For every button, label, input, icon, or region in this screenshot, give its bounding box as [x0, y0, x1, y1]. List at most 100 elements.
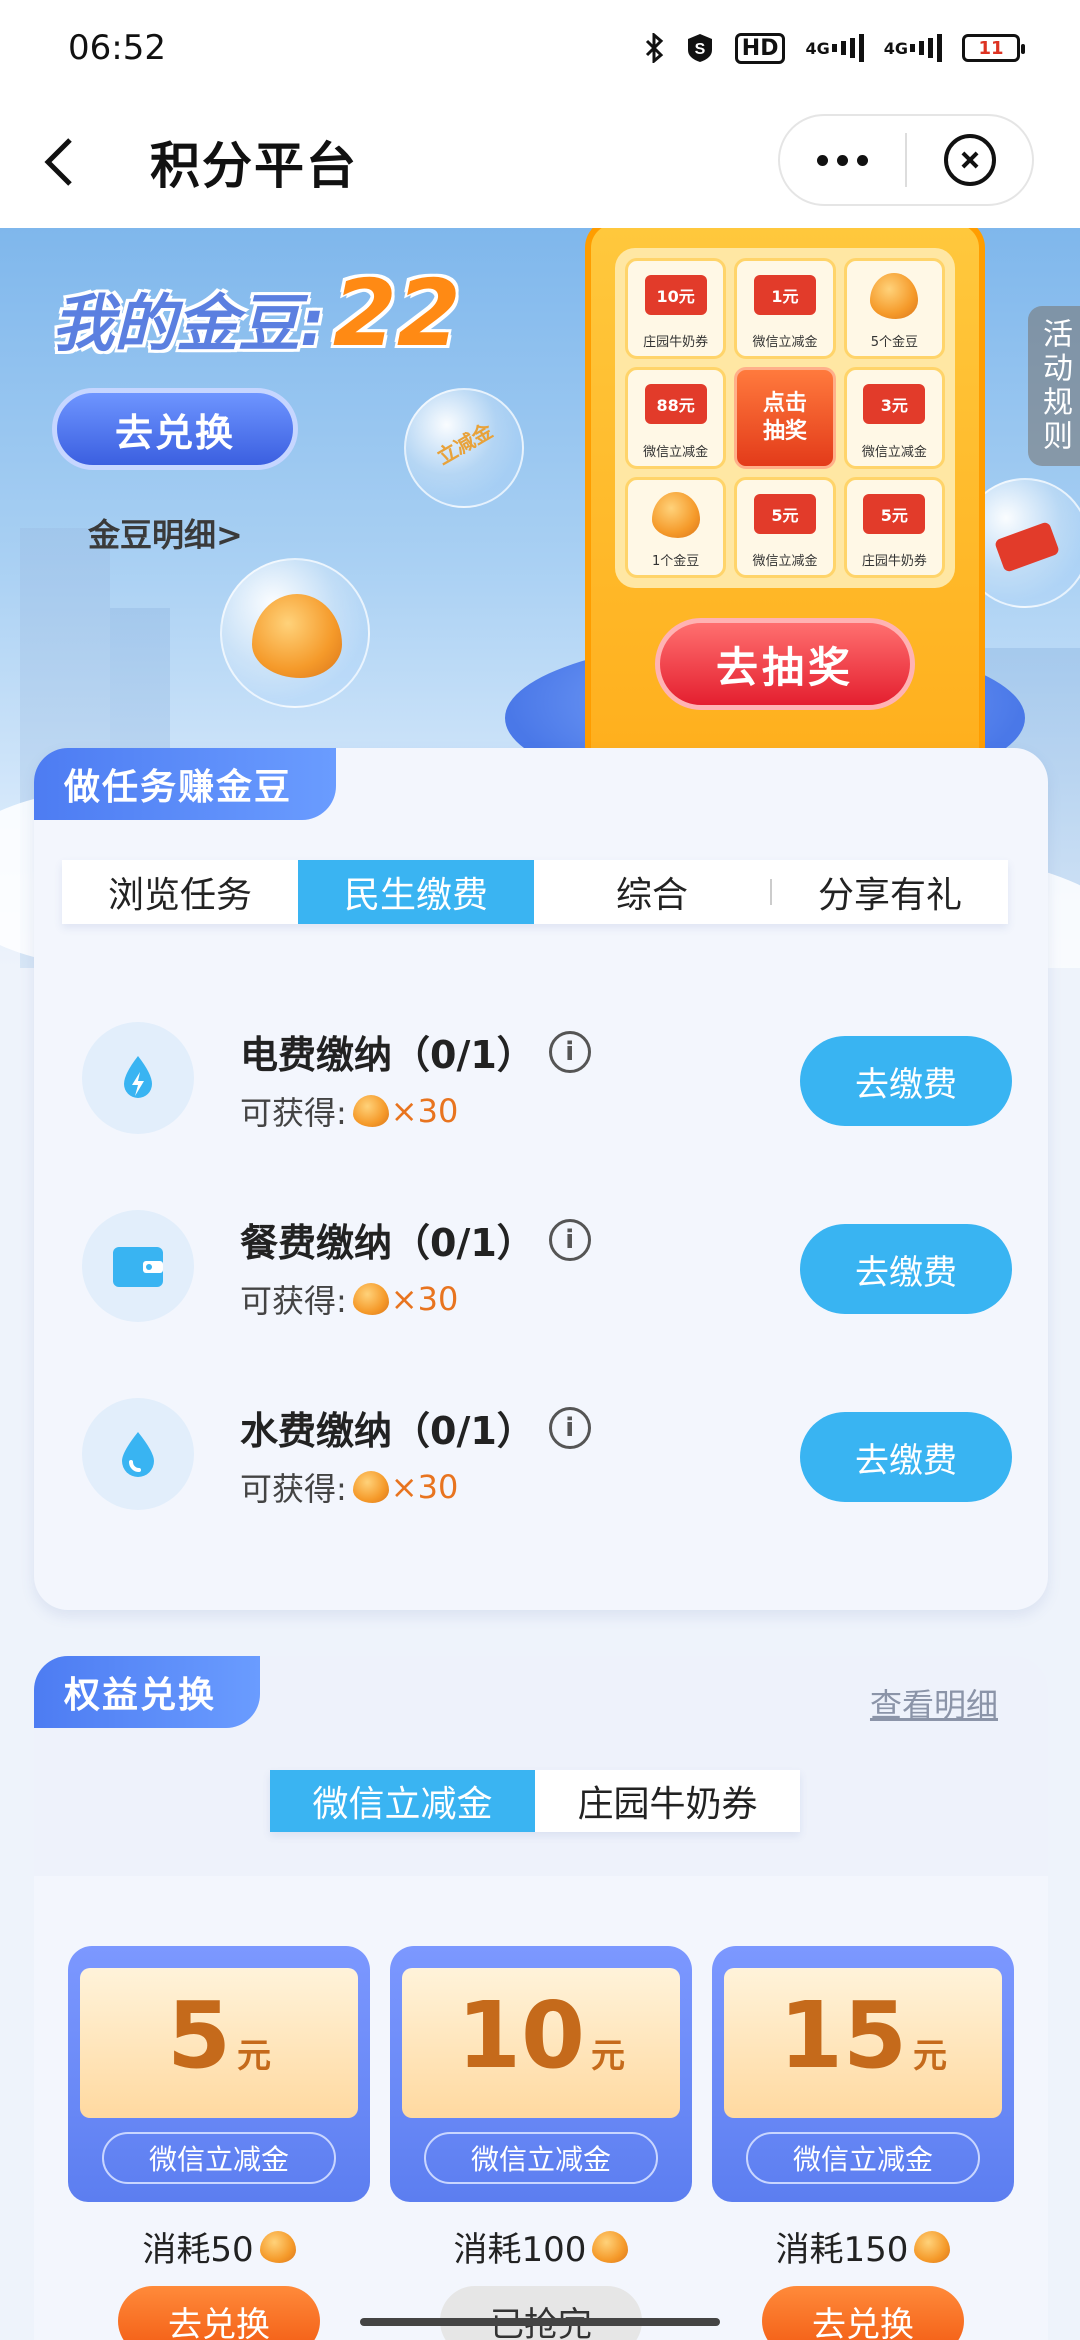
redeem-button[interactable]: 去兑换 [762, 2286, 964, 2340]
task-tabs: 浏览任务 民生缴费 综合 分享有礼 [62, 860, 1008, 924]
info-icon[interactable]: i [548, 1218, 591, 1261]
view-detail-link[interactable]: 查看明细 [870, 1680, 998, 1726]
reward-amount: ×30 [390, 1092, 459, 1130]
more-button[interactable] [780, 154, 905, 166]
task-reward: 可获得: ×30 [240, 1464, 458, 1510]
prize-grid: 10元 庄园牛奶券 1元 微信立减金 5个金豆 88元 微信立减金 点击抽奖 3元 微信立减金 1个… [615, 248, 955, 588]
gold-bean-icon [352, 1471, 389, 1503]
exchange-button[interactable]: 去兑换 [52, 388, 298, 470]
prize-cell: 1元 微信立减金 [734, 258, 836, 360]
rights-card: 权益兑换 查看明细 微信立减金 庄园牛奶券 5 元 微信立减金 消耗50 去兑换… [34, 1656, 1048, 2340]
coupon-card: 15 元 微信立减金 消耗150 去兑换 [712, 1946, 1014, 2340]
pay-button[interactable]: 去缴费 [800, 1224, 1012, 1314]
prize-name: 微信立减金 [861, 444, 927, 460]
prize-cell: 5元微信立减金 [734, 476, 836, 578]
tab-utility-payment[interactable]: 民生缴费 [298, 860, 534, 924]
mini-program-capsule [778, 114, 1034, 206]
prize-name: 微信立减金 [752, 554, 818, 569]
red-ticket-icon: 5元 [863, 493, 926, 534]
signal-4g-icon: 4G [884, 33, 942, 63]
home-indicator [360, 2318, 720, 2326]
task-row: 电费缴纳（0/1） i 可获得: ×30 去缴费 [82, 1022, 1012, 1142]
sold-out-button: 已抢完 [440, 2286, 642, 2340]
coupon-value: 10 [456, 1982, 586, 2089]
gold-bean-icon [592, 2230, 629, 2263]
net-label-1: 4G [805, 38, 830, 58]
coupon-cost-text: 消耗50 [142, 2230, 254, 2270]
reward-label: 可获得: [240, 1470, 347, 1508]
back-button[interactable] [0, 96, 120, 228]
close-button[interactable] [907, 134, 1032, 186]
bean-balance-count: 22 [332, 260, 461, 367]
pay-button[interactable]: 去缴费 [800, 1412, 1012, 1502]
task-card: 做任务赚金豆 浏览任务 民生缴费 综合 分享有礼 电费缴纳（0/1） i 可获得… [34, 748, 1048, 1610]
prize-name: 庄园牛奶券 [861, 554, 927, 569]
battery-icon: 11 [962, 34, 1025, 62]
task-name-text: 水费缴纳（0/1） [240, 1409, 535, 1453]
prize-name: 点击抽奖 [762, 390, 807, 444]
red-ticket-icon: 3元 [863, 384, 926, 425]
prize-cell: 5个金豆 [843, 258, 945, 360]
coupon-card: 10 元 微信立减金 消耗100 已抢完 [390, 1946, 692, 2340]
task-name-text: 电费缴纳（0/1） [240, 1033, 535, 1077]
tab-share[interactable]: 分享有礼 [772, 860, 1008, 924]
task-reward: 可获得: ×30 [240, 1088, 458, 1134]
svg-text:S: S [694, 41, 705, 58]
draw-center-button[interactable]: 点击抽奖 [734, 367, 836, 469]
page-title: 积分平台 [150, 137, 358, 195]
coupon-face: 10 元 [402, 1968, 680, 2118]
coupon-name: 微信立减金 [746, 2132, 980, 2184]
activity-rules-tab[interactable]: 活动规则 [1028, 306, 1080, 466]
coupon-name: 微信立减金 [424, 2132, 658, 2184]
bean-detail-link[interactable]: 金豆明细> [88, 510, 243, 556]
bubble-decoration [220, 558, 370, 708]
task-row: 水费缴纳（0/1） i 可获得: ×30 去缴费 [82, 1398, 1012, 1518]
prize-cell: 1个金豆 [625, 476, 727, 578]
prize-cell: 88元微信立减金 [625, 367, 727, 469]
task-row: 餐费缴纳（0/1） i 可获得: ×30 去缴费 [82, 1210, 1012, 1330]
task-section-title: 做任务赚金豆 [34, 748, 337, 820]
signal-4g-icon: 4G [805, 33, 864, 63]
reward-label: 可获得: [240, 1094, 347, 1132]
gold-bean-icon [259, 2230, 296, 2263]
status-bar: 06:52 S HD 4G 4G 11 [0, 0, 1080, 96]
coupon-list: 5 元 微信立减金 消耗50 去兑换 10 元 微信立减金 消耗100 已抢完 [68, 1946, 1014, 2340]
gold-bean-icon [870, 273, 919, 319]
coupon-cost-text: 消耗150 [775, 2230, 909, 2270]
coupon-name: 微信立减金 [102, 2132, 336, 2184]
bubble-decoration: 立减金 [404, 388, 524, 508]
red-ticket-icon: 1元 [753, 275, 816, 315]
tab-milk-coupon[interactable]: 庄园牛奶券 [535, 1770, 800, 1832]
gold-bean-icon [651, 491, 700, 538]
red-ticket-icon: 10元 [644, 275, 707, 315]
bean-balance-label: 我的金豆: [52, 287, 325, 360]
coupon-value: 5 [166, 1982, 231, 2089]
tab-wechat-discount[interactable]: 微信立减金 [270, 1770, 535, 1832]
reward-amount: ×30 [390, 1280, 459, 1318]
red-ticket-icon: 88元 [644, 384, 707, 425]
status-icons: S HD 4G 4G 11 [643, 32, 1025, 64]
prize-name: 5个金豆 [870, 335, 918, 351]
coupon-unit: 元 [237, 2036, 271, 2076]
info-icon[interactable]: i [548, 1030, 591, 1073]
pay-button[interactable]: 去缴费 [800, 1036, 1012, 1126]
more-dots-icon [817, 154, 828, 166]
coupon-unit: 元 [913, 2036, 948, 2076]
nav-bar: 积分平台 [0, 96, 1080, 228]
tab-browse[interactable]: 浏览任务 [62, 860, 298, 924]
water-drop-icon [82, 1398, 194, 1510]
red-ticket-icon: 5元 [753, 493, 816, 534]
battery-level: 11 [978, 37, 1004, 59]
redeem-button[interactable]: 去兑换 [118, 2286, 320, 2340]
s-app-icon: S [685, 32, 715, 64]
net-label-2: 4G [883, 38, 908, 58]
task-name: 餐费缴纳（0/1） i [240, 1212, 591, 1267]
prize-name: 微信立减金 [643, 444, 709, 460]
info-icon[interactable]: i [548, 1406, 591, 1449]
close-icon [943, 134, 996, 186]
coupon-card: 5 元 微信立减金 消耗50 去兑换 [68, 1946, 370, 2340]
draw-button[interactable]: 去抽奖 [655, 618, 915, 710]
tab-general[interactable]: 综合 [534, 860, 770, 924]
reward-amount: ×30 [390, 1468, 459, 1506]
coupon-cost: 消耗50 [68, 2222, 370, 2271]
